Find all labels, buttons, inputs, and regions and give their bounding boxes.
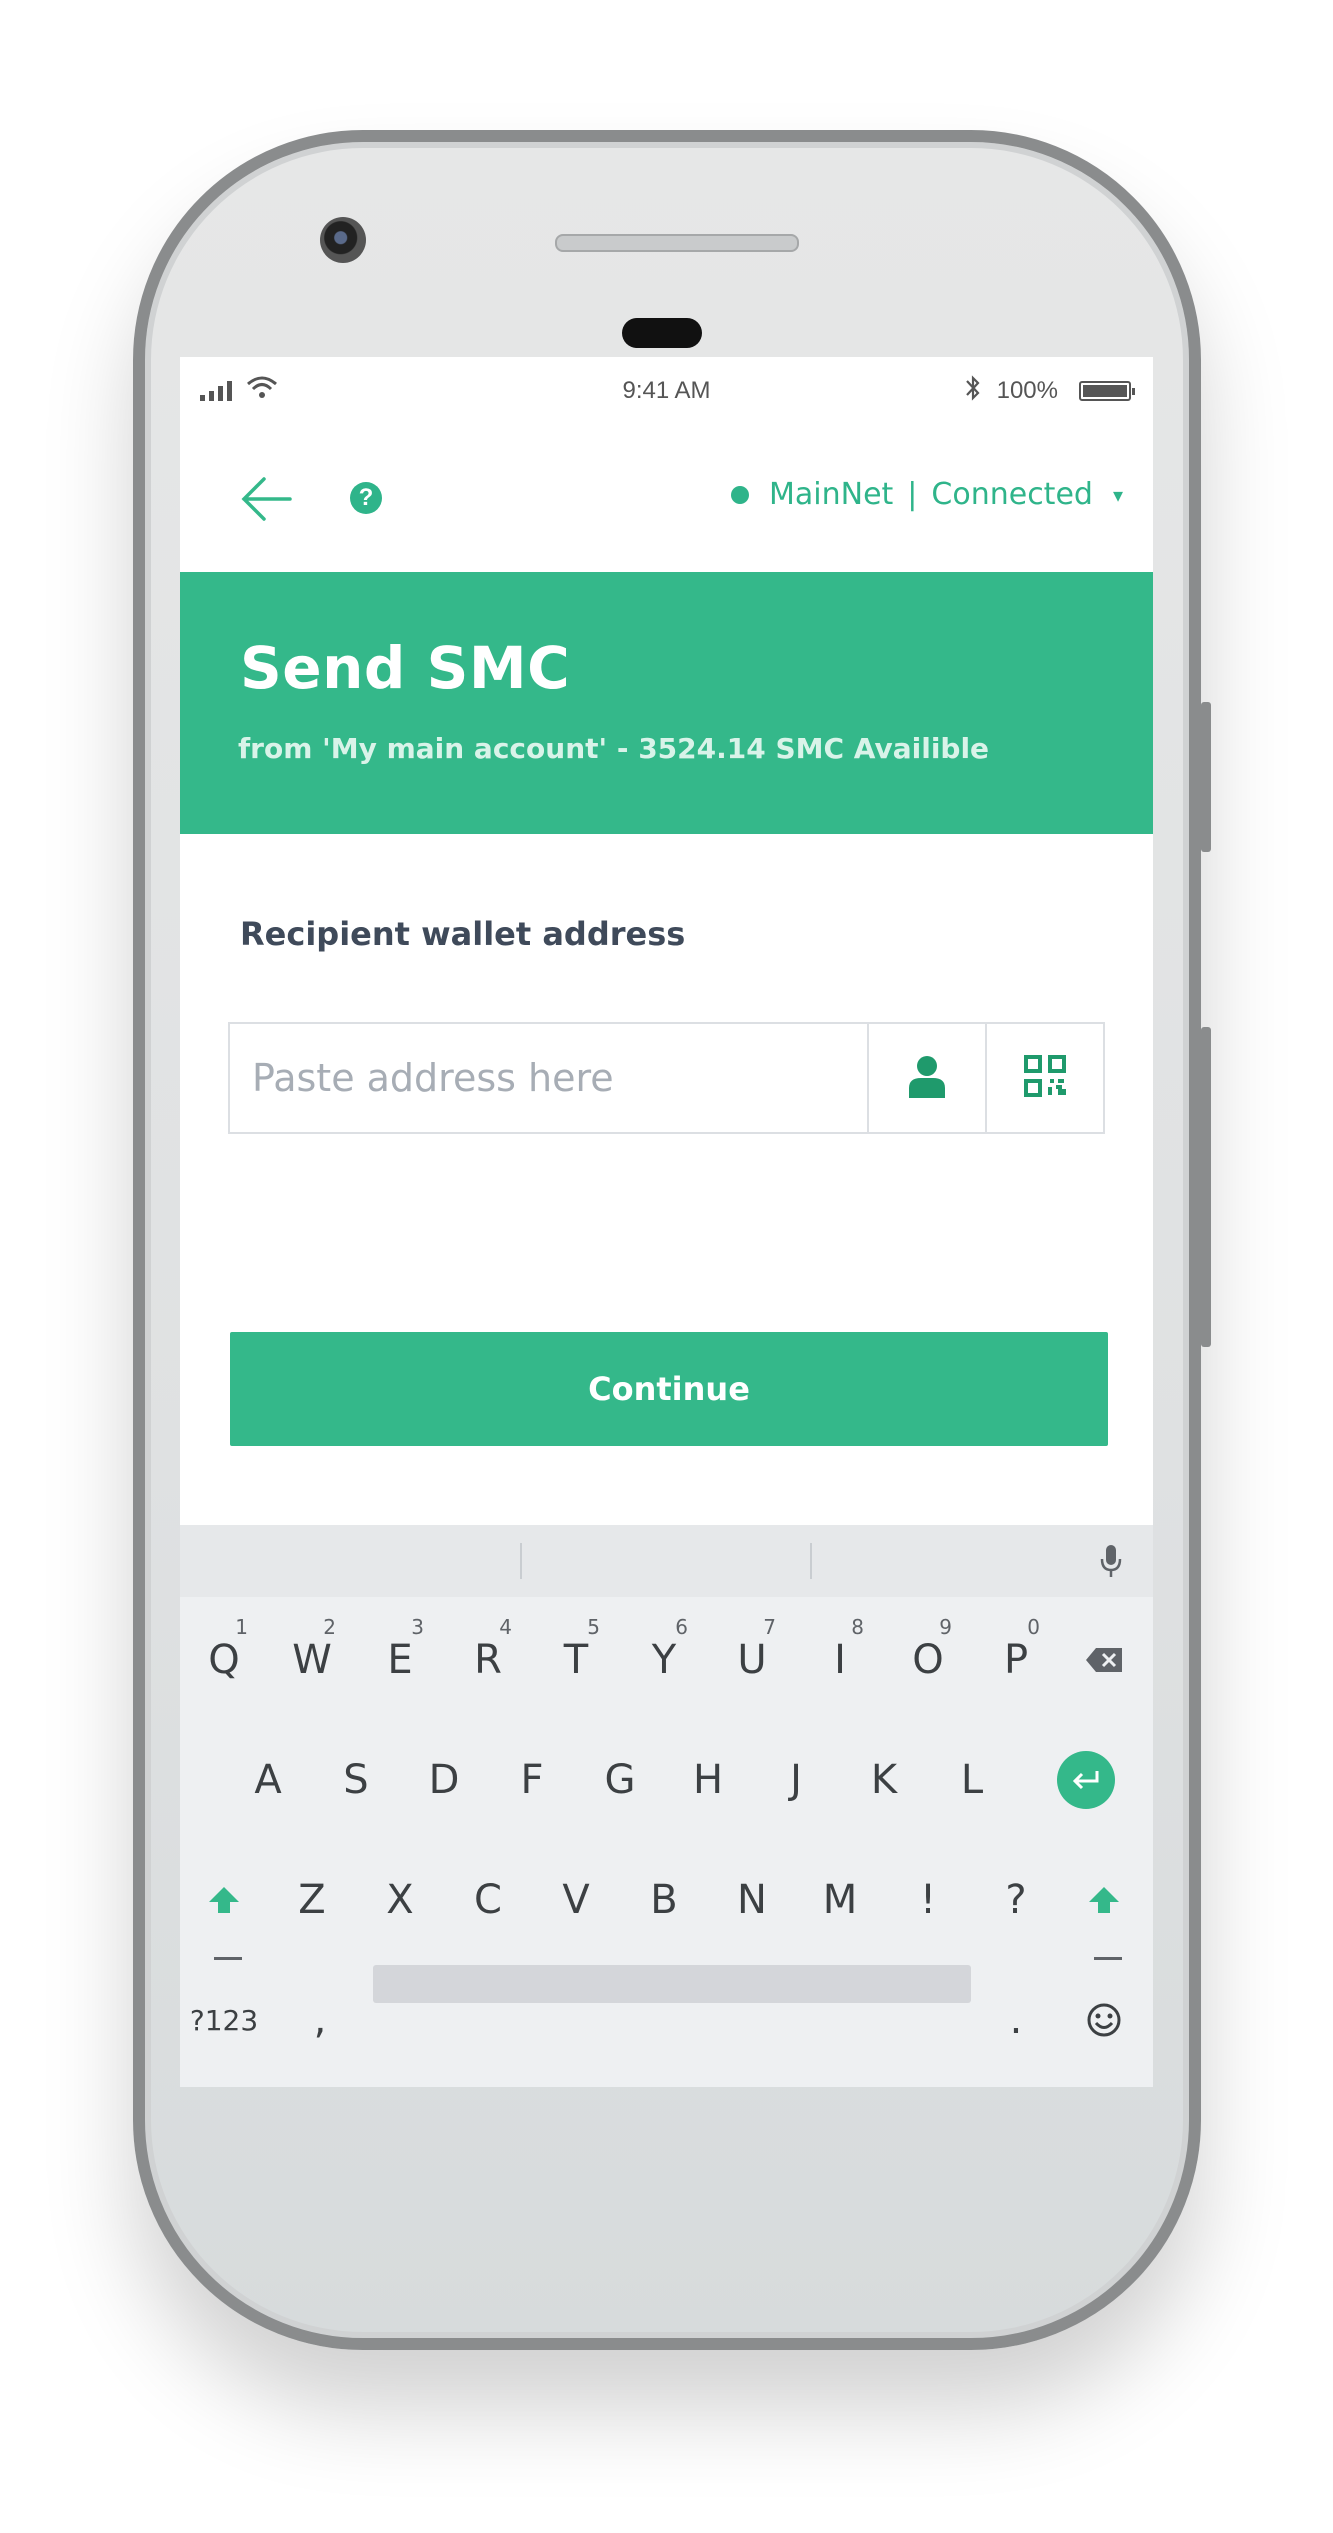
shift-icon[interactable] <box>180 1845 268 1955</box>
keyboard-row-3: Z X C V B N M ! ? <box>180 1845 1153 1960</box>
key[interactable]: A <box>224 1725 312 1835</box>
emoji-icon[interactable] <box>1060 1965 1148 2075</box>
page-title: Send SMC <box>240 634 571 702</box>
shift-icon[interactable] <box>1060 1845 1148 1955</box>
power-button <box>1201 1027 1211 1347</box>
battery-percent: 100% <box>996 377 1058 404</box>
earpiece-speaker <box>555 234 799 252</box>
address-input[interactable] <box>230 1024 867 1132</box>
key[interactable]: C <box>444 1845 532 1955</box>
send-header: Send SMC from 'My main account' - 3524.1… <box>180 572 1153 834</box>
key[interactable]: Q1 <box>180 1605 268 1715</box>
key[interactable]: T5 <box>532 1605 620 1715</box>
qr-code-icon <box>1024 1054 1066 1102</box>
key[interactable]: L <box>928 1725 1016 1835</box>
mic-icon[interactable] <box>1099 1543 1123 1584</box>
space-bar[interactable] <box>373 1965 971 2003</box>
key[interactable]: F <box>488 1725 576 1835</box>
app-screen: 9:41 AM 100% ? MainNet | Connected ▾ Sen… <box>180 357 1153 2087</box>
key[interactable]: X <box>356 1845 444 1955</box>
battery-icon <box>1079 381 1135 401</box>
key[interactable]: Y6 <box>620 1605 708 1715</box>
app-bar: ? MainNet | Connected ▾ <box>180 427 1153 569</box>
key[interactable]: D <box>400 1725 488 1835</box>
network-separator: | <box>907 477 918 512</box>
network-status-dot <box>731 485 750 504</box>
connection-state: Connected <box>931 477 1093 512</box>
symbols-key[interactable]: ?123 <box>180 1965 268 2075</box>
suggestion-divider <box>520 1543 522 1579</box>
network-selector[interactable]: MainNet | Connected ▾ <box>731 477 1123 512</box>
chevron-down-icon: ▾ <box>1112 482 1123 507</box>
bluetooth-icon <box>963 373 983 410</box>
comma-key[interactable]: , <box>276 1965 364 2075</box>
backspace-icon[interactable] <box>1060 1605 1148 1715</box>
recipient-label: Recipient wallet address <box>240 915 686 953</box>
contacts-button[interactable] <box>867 1024 985 1132</box>
account-balance: from 'My main account' - 3524.14 SMC Ava… <box>238 732 990 765</box>
key[interactable]: K <box>840 1725 928 1835</box>
continue-button[interactable]: Continue <box>230 1332 1108 1446</box>
key[interactable]: S <box>312 1725 400 1835</box>
volume-button <box>1201 702 1211 852</box>
network-name: MainNet <box>769 477 894 512</box>
help-icon[interactable]: ? <box>350 482 382 514</box>
key[interactable]: R4 <box>444 1605 532 1715</box>
enter-icon <box>1057 1751 1115 1809</box>
key[interactable]: B <box>620 1845 708 1955</box>
back-arrow-icon[interactable] <box>238 471 294 527</box>
suggestion-strip <box>180 1525 1153 1597</box>
key[interactable]: V <box>532 1845 620 1955</box>
contact-icon <box>907 1054 947 1103</box>
key[interactable]: J <box>752 1725 840 1835</box>
proximity-sensor <box>622 318 702 348</box>
scan-qr-button[interactable] <box>985 1024 1103 1132</box>
enter-key[interactable] <box>1042 1725 1130 1835</box>
shift-indicator <box>214 1957 242 1960</box>
key[interactable]: ! <box>884 1845 972 1955</box>
key[interactable]: G <box>576 1725 664 1835</box>
key[interactable]: Z <box>268 1845 356 1955</box>
key[interactable]: U7 <box>708 1605 796 1715</box>
keyboard-row-2: A S D F G H J K L <box>180 1725 1153 1835</box>
key[interactable]: M <box>796 1845 884 1955</box>
suggestion-divider <box>810 1543 812 1579</box>
shift-indicator <box>1094 1957 1122 1960</box>
key[interactable]: O9 <box>884 1605 972 1715</box>
key[interactable]: P0 <box>972 1605 1060 1715</box>
key[interactable]: H <box>664 1725 752 1835</box>
front-camera <box>320 217 366 263</box>
key[interactable]: N <box>708 1845 796 1955</box>
status-bar: 9:41 AM 100% <box>180 357 1153 427</box>
period-key[interactable]: . <box>972 1965 1060 2075</box>
key[interactable]: E3 <box>356 1605 444 1715</box>
address-field-group <box>228 1022 1105 1134</box>
key[interactable]: ? <box>972 1845 1060 1955</box>
key[interactable]: W2 <box>268 1605 356 1715</box>
key[interactable]: I8 <box>796 1605 884 1715</box>
keyboard-row-1: Q1 W2 E3 R4 T5 Y6 U7 I8 O9 P0 <box>180 1605 1153 1715</box>
